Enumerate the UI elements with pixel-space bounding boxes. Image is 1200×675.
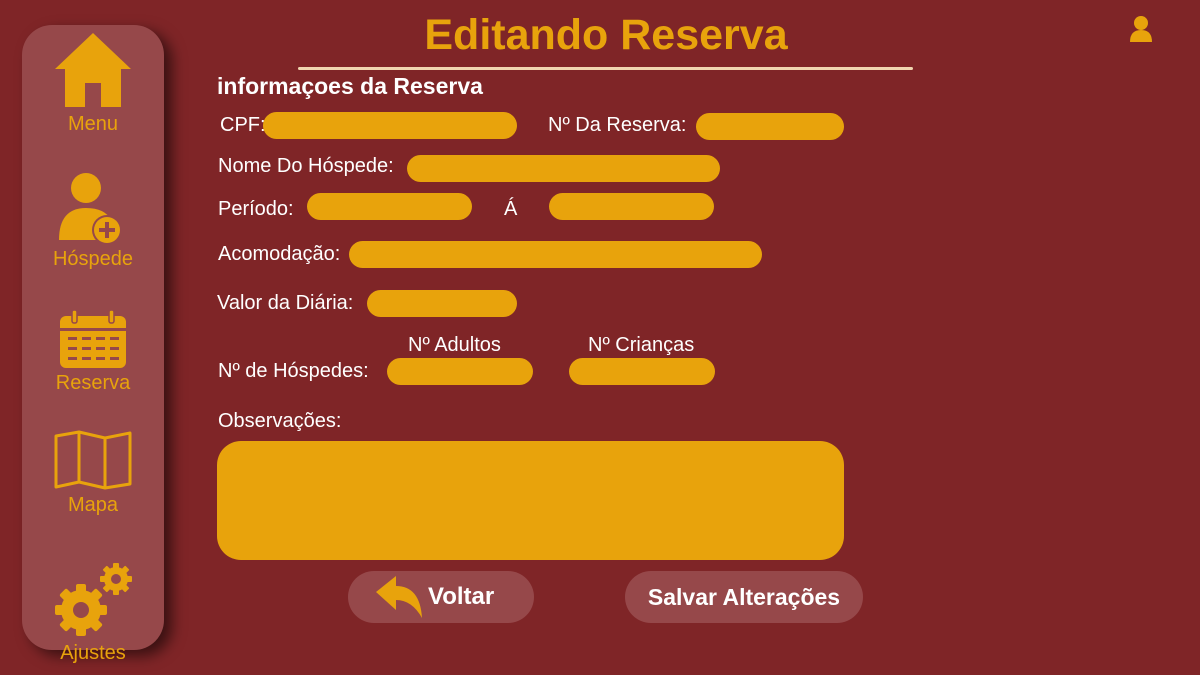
cpf-field[interactable] — [263, 112, 517, 139]
calendar-icon — [60, 309, 126, 368]
nome-hospede-label: Nome Do Hóspede: — [218, 155, 394, 177]
sidebar: Menu Hóspede Reserva Mapa Ajustes — [22, 25, 164, 664]
valor-diaria-field[interactable] — [367, 290, 517, 317]
back-arrow-icon — [376, 576, 422, 618]
voltar-button-label: Voltar — [428, 583, 495, 610]
voltar-button[interactable]: Voltar — [348, 571, 534, 623]
adultos-field[interactable] — [387, 358, 533, 385]
reserva-number-label: Nº Da Reserva: — [548, 114, 687, 136]
sidebar-item-hospede[interactable]: Hóspede — [22, 170, 164, 270]
sidebar-item-label: Hóspede — [52, 248, 134, 270]
sidebar-item-label: Ajustes — [60, 642, 126, 664]
title-divider — [298, 67, 913, 70]
map-icon — [54, 430, 132, 490]
user-icon[interactable] — [1129, 15, 1153, 48]
gears-icon — [55, 563, 132, 636]
criancas-label: Nº Crianças — [588, 334, 695, 356]
acomodacao-label: Acomodação: — [218, 243, 341, 265]
salvar-alteracoes-button[interactable]: Salvar Alterações — [625, 571, 863, 623]
sidebar-item-mapa[interactable]: Mapa — [22, 430, 164, 516]
sidebar-item-ajustes[interactable]: Ajustes — [22, 562, 164, 664]
sidebar-item-label: Menu — [67, 113, 119, 135]
observacoes-field[interactable] — [217, 441, 844, 560]
criancas-field[interactable] — [569, 358, 715, 385]
page-title: Editando Reserva — [424, 11, 788, 59]
sidebar-item-label: Reserva — [55, 372, 131, 394]
valor-diaria-label: Valor da Diária: — [217, 292, 354, 314]
adultos-label: Nº Adultos — [408, 334, 501, 356]
num-hospedes-label: Nº de Hóspedes: — [218, 360, 369, 382]
periodo-label: Período: — [218, 198, 294, 220]
periodo-fim-field[interactable] — [549, 193, 714, 220]
salvar-button-label: Salvar Alterações — [647, 583, 841, 610]
section-title: informaçoes da Reserva — [217, 73, 483, 99]
add-user-icon — [59, 173, 122, 245]
home-icon — [55, 33, 131, 107]
cpf-label: CPF: — [220, 114, 266, 136]
sidebar-item-reserva[interactable]: Reserva — [22, 308, 164, 394]
acomodacao-field[interactable] — [349, 241, 762, 268]
sidebar-item-menu[interactable]: Menu — [22, 31, 164, 135]
periodo-inicio-field[interactable] — [307, 193, 472, 220]
periodo-separator: Á — [504, 198, 518, 220]
sidebar-item-label: Mapa — [67, 494, 119, 516]
reserva-number-field[interactable] — [696, 113, 844, 140]
observacoes-label: Observações: — [218, 410, 342, 432]
nome-hospede-field[interactable] — [407, 155, 720, 182]
